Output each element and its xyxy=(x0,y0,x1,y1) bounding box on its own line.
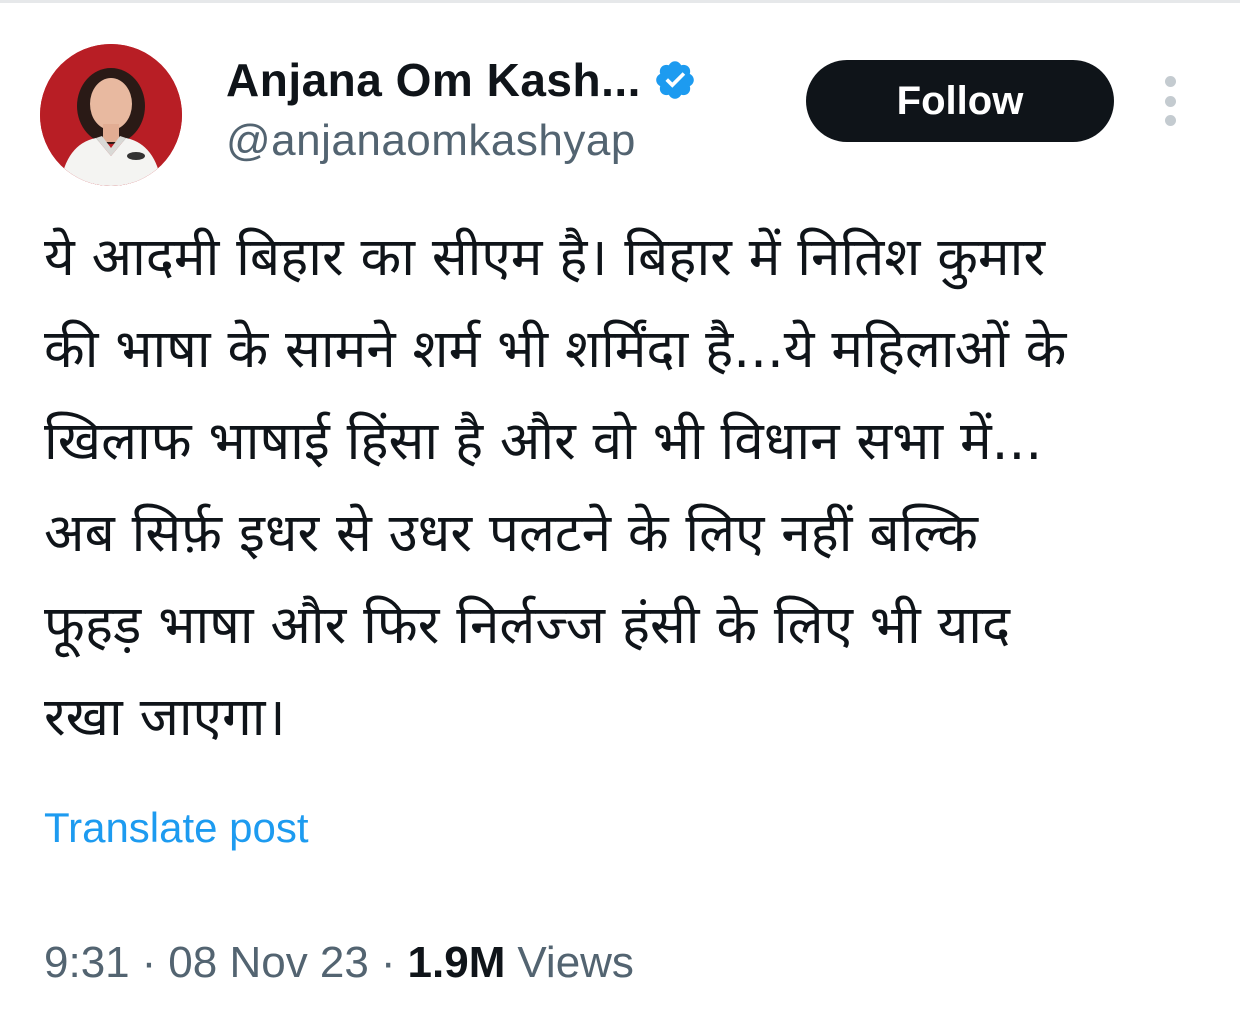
tweet-line: अब सिर्फ़ इधर से उधर पलटने के लिए नहीं ब… xyxy=(44,503,978,564)
meta-separator: · xyxy=(141,938,157,987)
meta-separator: · xyxy=(380,938,396,987)
avatar-image xyxy=(40,44,182,186)
avatar[interactable] xyxy=(40,44,182,186)
post-time[interactable]: 9:31 xyxy=(44,938,130,988)
views-label: Views xyxy=(517,938,634,987)
tweet-line: रखा जाएगा। xyxy=(44,687,286,748)
author-handle[interactable]: @anjanaomkashyap xyxy=(226,116,636,166)
author-name-row: Anjana Om Kash... xyxy=(226,52,697,108)
more-dot xyxy=(1164,115,1176,126)
tweet-line: की भाषा के सामने शर्म भी शर्मिंदा है...य… xyxy=(44,319,1067,380)
verified-badge-icon xyxy=(653,58,697,102)
tweet-line: फूहड़ भाषा और फिर निर्लज्ज हंसी के लिए भ… xyxy=(44,595,1011,656)
translate-post-link[interactable]: Translate post xyxy=(44,804,309,852)
more-vertical-icon[interactable] xyxy=(1154,76,1186,126)
tweet-line: ये आदमी बिहार का सीएम है। बिहार में निति… xyxy=(44,227,1046,288)
more-dot xyxy=(1164,76,1176,87)
tweet-text: ये आदमी बिहार का सीएम है। बिहार में निति… xyxy=(44,212,1204,764)
tweet-meta: 9:31 · 08 Nov 23 · 1.9M Views xyxy=(44,938,634,988)
follow-button[interactable]: Follow xyxy=(806,60,1114,142)
display-name[interactable]: Anjana Om Kash... xyxy=(226,53,641,107)
top-divider xyxy=(0,0,1240,3)
tweet-line: खिलाफ भाषाई हिंसा है और वो भी विधान सभा … xyxy=(44,411,1043,472)
post-date[interactable]: 08 Nov 23 xyxy=(168,938,369,988)
views-count: 1.9M xyxy=(407,938,506,987)
more-dot xyxy=(1164,95,1176,107)
